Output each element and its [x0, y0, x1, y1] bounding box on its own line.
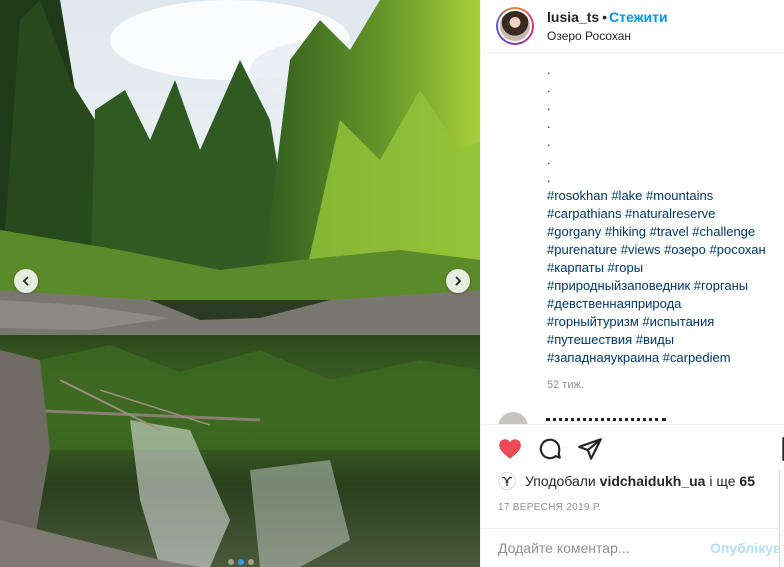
caption-area[interactable]: ....... #rosokhan #lake #mountains #carpa…: [482, 54, 784, 424]
bookmark-icon: [782, 437, 784, 461]
likes-prefix: Уподобали: [525, 473, 600, 489]
follow-button[interactable]: Стежити: [609, 9, 668, 25]
like-button[interactable]: [497, 436, 523, 462]
hashtag-line[interactable]: #gorgany #hiking #travel #challenge: [547, 223, 784, 241]
avatar-story-ring[interactable]: [496, 7, 534, 45]
hashtag-line[interactable]: #карпаты #горы: [547, 259, 784, 277]
post-photo[interactable]: [0, 0, 481, 567]
caption-dot-line: .: [547, 98, 551, 113]
post-age: 52 тиж.: [547, 379, 584, 391]
scrollbar[interactable]: [779, 470, 784, 567]
likes-count[interactable]: 65: [739, 473, 755, 489]
post-header: lusia_ts • Стежити Озеро Росохан: [482, 0, 784, 53]
carousel-dot: [237, 559, 244, 565]
commenter-avatar[interactable]: [498, 412, 528, 424]
liker-username[interactable]: vidchaidukh_ua: [600, 473, 706, 489]
post-date: 17 ВЕРЕСНЯ 2019 Р.: [498, 502, 602, 513]
likes-middle: і ще: [705, 473, 740, 489]
hashtag-line[interactable]: #природныйзаповедник #горганы: [547, 277, 784, 295]
chevron-right-icon: [455, 276, 462, 286]
caption-dots: .......: [482, 54, 784, 187]
publish-button[interactable]: Опублікувати: [710, 540, 784, 556]
caption-dot-line: .: [547, 134, 551, 149]
save-button[interactable]: [778, 436, 784, 462]
heart-icon: [499, 439, 521, 459]
hashtag-line[interactable]: #девственнаяприрода: [547, 295, 784, 313]
comment-icon: [539, 438, 561, 460]
hashtag-line[interactable]: #carpathians #naturalreserve: [547, 205, 784, 223]
hashtag-line[interactable]: #горныйтуризм #испытания: [547, 313, 784, 331]
liker-avatar[interactable]: [498, 472, 516, 490]
avatar: [498, 9, 532, 43]
separator: •: [602, 8, 608, 25]
caption-dot-line: .: [547, 62, 551, 77]
comment-input[interactable]: [498, 540, 698, 556]
share-icon: [578, 438, 602, 460]
caption-dot-line: .: [547, 116, 551, 131]
hashtag-line[interactable]: #rosokhan #lake #mountains: [547, 187, 784, 205]
caption-dot-line: .: [547, 152, 551, 167]
next-photo-button[interactable]: [446, 269, 470, 293]
caption-dot-line: .: [547, 170, 551, 185]
username-link[interactable]: lusia_ts: [547, 9, 599, 25]
comment-form: Опублікувати: [482, 528, 784, 567]
previous-photo-button[interactable]: [14, 269, 38, 293]
carousel-dot: [247, 559, 254, 565]
hashtag-line[interactable]: #путешествия #виды: [547, 331, 784, 349]
caption-dot-line: .: [547, 80, 551, 95]
post-details-panel: lusia_ts • Стежити Озеро Росохан ....... #…: [482, 0, 784, 567]
location-link[interactable]: Озеро Росохан: [547, 27, 668, 45]
share-button[interactable]: [577, 436, 603, 462]
lake-forest-photo: [0, 0, 480, 567]
deer-logo-icon: [501, 476, 513, 486]
chevron-left-icon: [22, 276, 29, 286]
post-actions: [482, 424, 784, 470]
carousel-dot: [227, 559, 234, 565]
hashtag-line[interactable]: #западнаяукраина #carpediem: [547, 349, 784, 367]
carousel-indicator: [0, 559, 480, 565]
likes-summary: Уподобали vidchaidukh_ua і ще 65: [498, 472, 755, 490]
hashtag-line[interactable]: #purenature #views #озеро #росохан: [547, 241, 784, 259]
comment-button[interactable]: [537, 436, 563, 462]
hashtag-list: #rosokhan #lake #mountains #carpathians #…: [482, 187, 784, 367]
